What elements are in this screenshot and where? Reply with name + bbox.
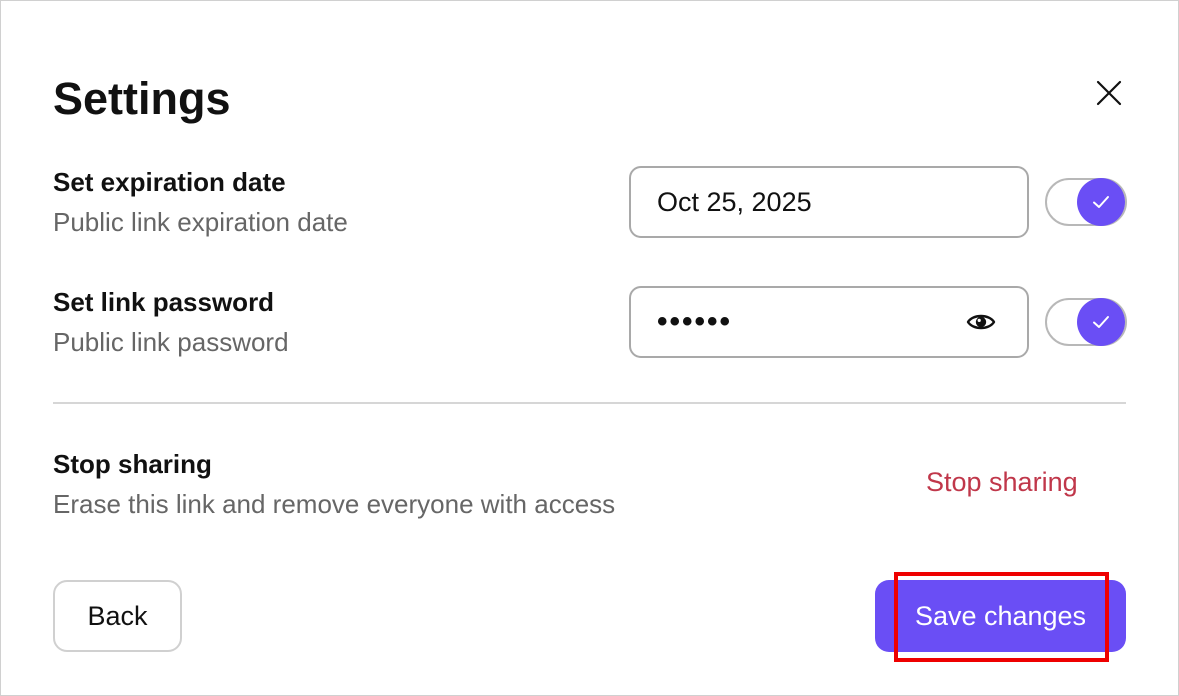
expiration-title: Set expiration date xyxy=(53,167,286,197)
stop-sharing-subtitle: Erase this link and remove everyone with… xyxy=(53,489,616,519)
expiration-date-input[interactable]: Oct 25, 2025 xyxy=(629,166,1029,238)
password-input[interactable]: •••••• xyxy=(629,286,1029,358)
password-title: Set link password xyxy=(53,287,275,317)
back-button[interactable]: Back xyxy=(53,580,182,652)
check-icon xyxy=(1093,316,1109,328)
close-button[interactable] xyxy=(1091,75,1127,111)
expiration-subtitle: Public link expiration date xyxy=(53,207,348,237)
check-icon xyxy=(1093,196,1109,208)
expiration-date-value: Oct 25, 2025 xyxy=(657,186,812,217)
section-divider xyxy=(53,402,1126,404)
reveal-password-button[interactable] xyxy=(961,302,1001,342)
password-value: •••••• xyxy=(657,305,733,338)
expiration-toggle[interactable] xyxy=(1045,178,1127,226)
stop-sharing-title: Stop sharing xyxy=(53,449,212,479)
stop-sharing-button[interactable]: Stop sharing xyxy=(926,467,1078,498)
save-changes-button[interactable]: Save changes xyxy=(875,580,1126,652)
eye-icon xyxy=(966,314,996,330)
dialog-title: Settings xyxy=(53,73,231,124)
close-icon xyxy=(1096,80,1122,106)
settings-dialog: Settings Set expiration date Public link… xyxy=(0,0,1179,696)
password-toggle[interactable] xyxy=(1045,298,1127,346)
toggle-knob xyxy=(1077,298,1125,346)
password-subtitle: Public link password xyxy=(53,327,289,357)
toggle-knob xyxy=(1077,178,1125,226)
